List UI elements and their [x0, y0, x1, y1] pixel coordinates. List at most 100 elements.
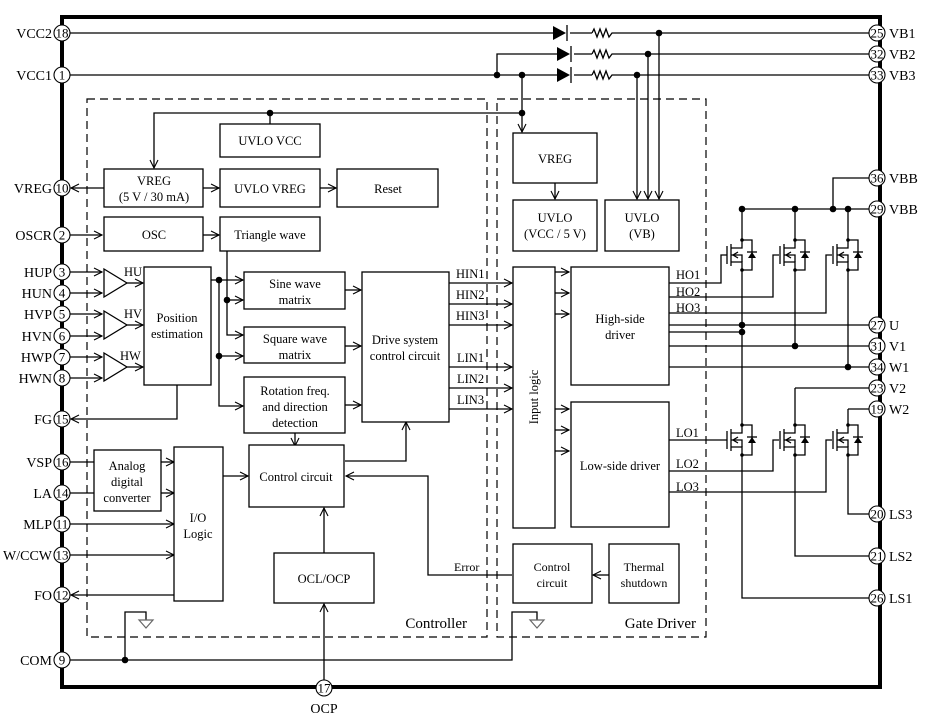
svg-text:driver: driver [605, 328, 636, 342]
pin-number: 33 [871, 68, 884, 83]
pin-vcc2-18: 18 VCC2 [16, 24, 71, 42]
block-low-side-driver: Low-side driver [570, 401, 670, 528]
pin-fo-12: 12 FO [34, 586, 71, 604]
pin-name: W1 [889, 361, 909, 376]
pin-hwp-7: 7 HWP [21, 348, 71, 366]
pin-hvp-5: 5 HVP [24, 305, 71, 323]
pin-la-14: 14LA [33, 484, 71, 502]
pin-name: OCP [310, 702, 337, 717]
pin-number: 16 [56, 455, 70, 470]
pin-number: 34 [871, 360, 885, 375]
signal-lin3: LIN3 [457, 393, 484, 407]
pin-number: 6 [59, 329, 66, 344]
pin-name: MLP [23, 518, 52, 533]
svg-text:High-side: High-side [595, 312, 645, 326]
controller-label: Controller [405, 616, 467, 632]
block-uvlo-vcc5v: UVLO (VCC / 5 V) [512, 199, 598, 252]
pin-number: 7 [59, 350, 66, 365]
pin-number: 9 [59, 653, 66, 668]
svg-text:(5 V / 30 mA): (5 V / 30 mA) [119, 190, 189, 204]
svg-text:UVLO: UVLO [625, 211, 660, 225]
pin-name: LS1 [889, 592, 912, 607]
pin-number: 11 [56, 517, 69, 532]
pin-number: 1 [59, 68, 66, 83]
svg-text:Low-side driver: Low-side driver [580, 459, 661, 473]
pin-hup-3: 3 HUP [24, 263, 71, 281]
pin-name: VREG [14, 182, 52, 197]
pin-number: 32 [871, 47, 884, 62]
diode-icon [557, 47, 570, 61]
svg-text:(VCC / 5 V): (VCC / 5 V) [524, 227, 586, 241]
svg-text:Square wave: Square wave [263, 332, 328, 346]
svg-text:UVLO VREG: UVLO VREG [234, 182, 306, 196]
mosfet-icon [779, 238, 810, 272]
pin-number: 23 [871, 381, 884, 396]
pin-number: 36 [871, 171, 885, 186]
pin-vb3-33: 33 VB3 [868, 66, 915, 84]
svg-text:control circuit: control circuit [370, 349, 441, 363]
mosfet-icon [832, 423, 863, 457]
pin-hvn-6: 6 HVN [22, 327, 71, 345]
svg-text:matrix: matrix [279, 348, 312, 362]
pin-com-9: 9 COM [20, 651, 71, 669]
svg-text:Drive system: Drive system [372, 333, 439, 347]
block-uvlo-vcc: UVLO VCC [219, 123, 321, 158]
resistor-icon [591, 27, 614, 39]
signal-error: Error [454, 560, 479, 574]
pin-name: VBB [889, 203, 918, 218]
signal-lo2: LO2 [676, 457, 699, 471]
signal-hu: HU [124, 265, 142, 279]
pin-name: FO [34, 589, 52, 604]
svg-text:converter: converter [103, 491, 151, 505]
block-control-circuit-controller: Control circuit [248, 444, 345, 508]
pin-name: VBB [889, 172, 918, 187]
block-input-logic: Input logic [512, 266, 556, 529]
svg-text:UVLO: UVLO [538, 211, 573, 225]
pin-number: 3 [59, 265, 66, 280]
svg-text:Logic: Logic [183, 527, 213, 541]
signal-ho2: HO2 [676, 285, 700, 299]
svg-text:Thermal: Thermal [624, 560, 665, 574]
pin-vsp-16: 16 VSP [26, 453, 71, 471]
svg-text:detection: detection [272, 416, 319, 430]
pin-ls1-26: 26 LS1 [868, 589, 912, 607]
pin-vbb-29: 29 VBB [868, 200, 918, 218]
block-position-estimation: Position estimation [143, 266, 212, 386]
svg-text:(VB): (VB) [629, 227, 655, 241]
block-thermal-shutdown: Thermal shutdown [608, 543, 680, 604]
svg-text:Control circuit: Control circuit [259, 470, 333, 484]
pin-name: HWN [19, 372, 52, 387]
signal-lin1: LIN1 [457, 351, 484, 365]
signal-hw: HW [120, 349, 141, 363]
pin-v1-31: 31 V1 [868, 337, 906, 355]
svg-text:UVLO VCC: UVLO VCC [238, 134, 301, 148]
ground-icon [137, 619, 155, 629]
block-uvlo-vb: UVLO (VB) [604, 199, 680, 252]
pin-name: U [889, 319, 899, 334]
svg-text:Sine wave: Sine wave [269, 277, 321, 291]
pin-u-27: 27 U [868, 316, 899, 334]
pin-name: LS2 [889, 550, 912, 565]
pin-w1-34: 34 W1 [868, 358, 909, 376]
svg-text:VREG: VREG [538, 152, 572, 166]
pin-name: VSP [26, 456, 52, 471]
block-triangle-wave: Triangle wave [219, 216, 321, 252]
pin-name: VCC2 [16, 27, 52, 42]
pin-name: FG [34, 413, 52, 428]
mosfet-icon [726, 238, 757, 272]
resistor-icon [591, 69, 614, 81]
svg-text:shutdown: shutdown [621, 576, 668, 590]
pin-name: VB1 [889, 27, 915, 42]
pin-name: VB3 [889, 69, 915, 84]
pin-name: V2 [889, 382, 906, 397]
signal-hv: HV [124, 307, 142, 321]
pin-mlp-11: 11 MLP [23, 515, 71, 533]
svg-text:Position: Position [157, 311, 199, 325]
pin-w2-19: 19 W2 [868, 400, 909, 418]
pin-vreg-10: 10 VREG [14, 179, 71, 197]
pin-number: 20 [871, 507, 884, 522]
signal-lo3: LO3 [676, 480, 699, 494]
pin-name: V1 [889, 340, 906, 355]
block-vreg-controller: VREG (5 V / 30 mA) [103, 168, 204, 208]
pin-name: LA [33, 487, 53, 502]
